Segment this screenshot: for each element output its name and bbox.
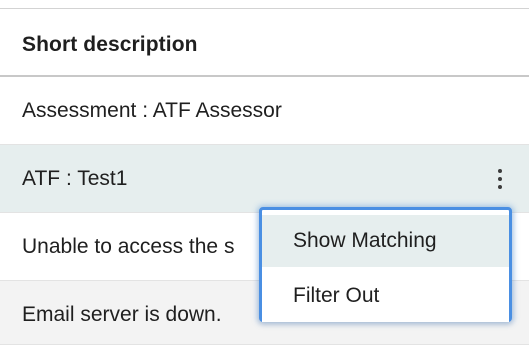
cell-context-menu: Show Matching Filter Out xyxy=(259,207,512,322)
column-header-short-description[interactable]: Short description xyxy=(0,9,529,77)
short-description-cell[interactable]: Assessment : ATF Assessor xyxy=(22,99,282,123)
menu-item-show-matching[interactable]: Show Matching xyxy=(262,215,509,267)
kebab-dot xyxy=(498,185,502,189)
column-header-label: Short description xyxy=(22,33,198,56)
menu-item-filter-out[interactable]: Filter Out xyxy=(262,270,509,322)
short-description-cell[interactable]: Unable to access the s xyxy=(22,235,234,259)
short-description-cell[interactable]: Email server is down. xyxy=(22,303,222,327)
menu-item-label: Show Matching xyxy=(293,229,437,252)
menu-item-label: Filter Out xyxy=(293,284,380,307)
kebab-dot xyxy=(498,177,502,181)
table-row-selected[interactable]: ATF : Test1 xyxy=(0,145,529,213)
table-row[interactable]: Assessment : ATF Assessor xyxy=(0,77,529,145)
kebab-dot xyxy=(498,169,502,173)
more-vertical-icon[interactable] xyxy=(489,161,511,197)
short-description-cell[interactable]: ATF : Test1 xyxy=(22,167,127,191)
